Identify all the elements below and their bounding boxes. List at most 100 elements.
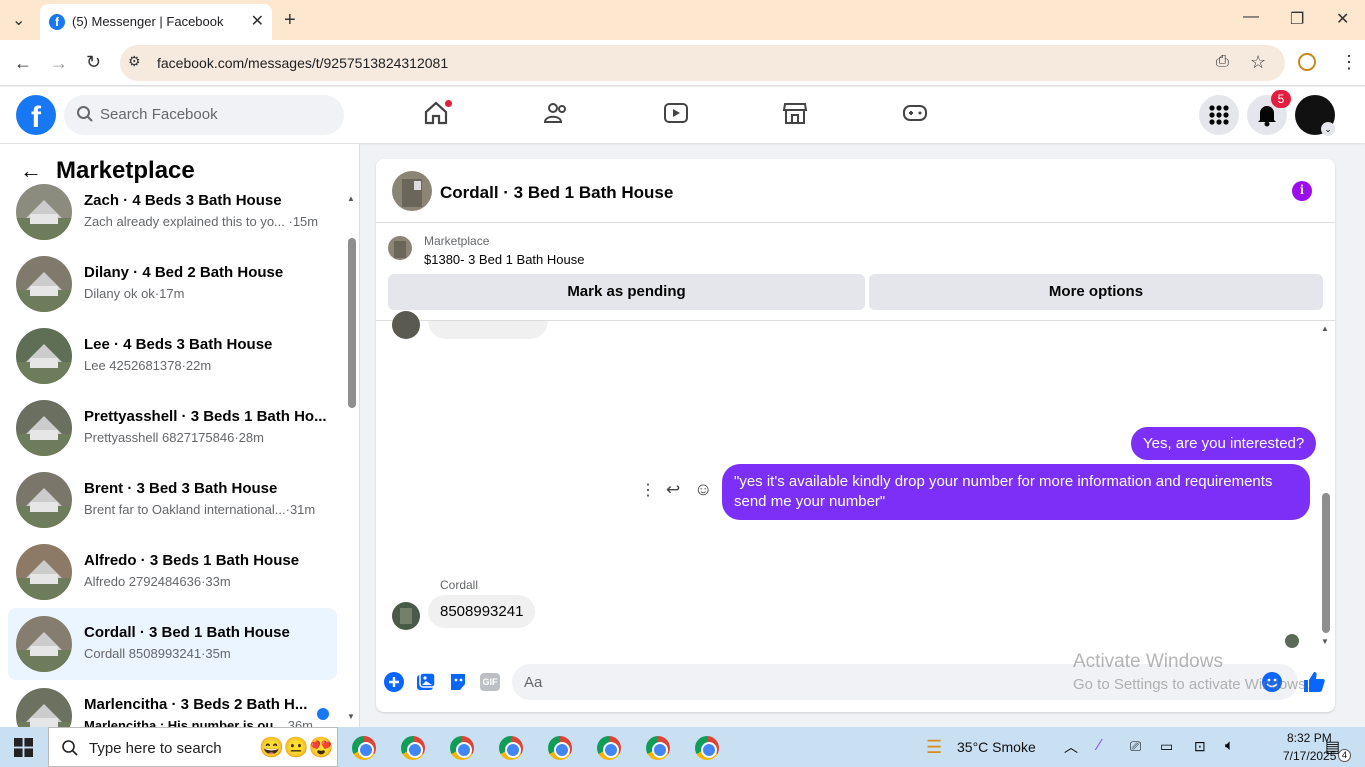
chat-scroll-up-icon[interactable]: ▲ — [1321, 324, 1329, 333]
minimize-icon[interactable]: — — [1243, 8, 1259, 26]
photo-icon[interactable] — [416, 672, 436, 692]
chrome-taskbar-icon[interactable] — [352, 736, 376, 760]
facebook-favicon-icon: f — [49, 14, 65, 30]
sender-avatar[interactable] — [392, 311, 420, 339]
gif-icon[interactable]: GIF — [480, 673, 500, 691]
marketplace-conversation-list: Zach · 4 Beds 3 Bath House Zach already e… — [0, 144, 360, 727]
back-icon[interactable]: ← — [14, 53, 32, 74]
conversation-item[interactable]: Prettyasshell · 3 Beds 1 Bath Ho... Prett… — [8, 392, 337, 464]
chrome-taskbar-icon[interactable] — [597, 736, 621, 760]
weather-text[interactable]: 35°C Smoke — [957, 739, 1036, 755]
conversation-item[interactable]: Brent · 3 Bed 3 Bath House Brent far to O… — [8, 464, 337, 536]
scroll-up-arrow-icon[interactable]: ▲ — [347, 194, 355, 203]
menu-button[interactable] — [1199, 95, 1239, 135]
marketplace-title: Marketplace — [56, 157, 195, 184]
previous-message-bubble — [428, 321, 548, 339]
new-tab-icon[interactable]: + — [284, 9, 296, 32]
action-center-badge: 4 — [1338, 749, 1351, 762]
chrome-taskbar-icon[interactable] — [548, 736, 572, 760]
tab-title: (5) Messenger | Facebook — [72, 14, 224, 29]
profile-icon[interactable] — [1298, 53, 1316, 71]
sender-avatar[interactable] — [392, 602, 420, 630]
bookmark-star-icon[interactable]: ☆ — [1250, 52, 1266, 73]
listing-thumbnail — [16, 328, 72, 384]
listing-thumbnail — [16, 688, 72, 727]
conversation-item[interactable]: Lee · 4 Beds 3 Bath House Lee 4252681378·… — [8, 320, 337, 392]
conversation-preview: Prettyasshell 6827175846·28m — [84, 430, 264, 445]
forward-icon[interactable]: → — [50, 53, 68, 74]
battery-icon[interactable]: ▭ — [1160, 738, 1173, 755]
weather-icon[interactable]: ☰ — [926, 737, 942, 758]
video-icon[interactable] — [663, 100, 689, 126]
conversation-list-scrollbar[interactable] — [348, 238, 356, 408]
chrome-taskbar-icon[interactable] — [646, 736, 670, 760]
taskbar-search-box[interactable]: Type here to search 😄😐😍 — [48, 727, 338, 767]
conversation-preview: Dilany ok ok·17m — [84, 286, 185, 301]
conversation-name: Marlencitha · 3 Beds 2 Bath H... — [84, 696, 308, 713]
tab-close-icon[interactable]: ✕ — [251, 11, 264, 31]
sticker-icon[interactable] — [448, 672, 468, 692]
facebook-logo-icon[interactable]: f — [16, 95, 56, 135]
windows-start-icon[interactable] — [14, 738, 33, 757]
listing-thumbnail — [16, 472, 72, 528]
conversation-item[interactable]: Marlencitha · 3 Beds 2 Bath H... Marlenci… — [8, 680, 337, 727]
account-chevron-icon[interactable]: ⌄ — [1321, 122, 1335, 136]
windows-activation-watermark: Activate Windows — [1073, 651, 1223, 672]
incoming-message[interactable]: 8508993241 — [428, 595, 536, 628]
react-emoji-icon[interactable]: ☺ — [694, 479, 712, 500]
mark-as-pending-button[interactable]: Mark as pending — [388, 274, 865, 310]
tray-chevron-icon[interactable]: ︿ — [1064, 737, 1078, 757]
outgoing-message[interactable]: Yes, are you interested? — [1131, 427, 1317, 460]
network-icon[interactable]: ⊡ — [1194, 738, 1206, 755]
conversation-name: Cordall · 3 Bed 1 Bath House — [84, 624, 290, 641]
chrome-taskbar-icon[interactable] — [401, 736, 425, 760]
listing-thumbnail — [16, 184, 72, 240]
outgoing-message[interactable]: "yes it's available kindly drop your num… — [722, 464, 1310, 520]
tab-search-chevron-icon[interactable]: ⌄ — [12, 10, 25, 30]
chat-scrollbar[interactable] — [1322, 493, 1330, 633]
info-icon[interactable]: i — [1292, 181, 1312, 201]
chrome-taskbar-icon[interactable] — [450, 736, 474, 760]
listing-title[interactable]: $1380- 3 Bed 1 Bath House — [424, 252, 584, 267]
friends-icon[interactable] — [543, 100, 569, 126]
notification-badge: 5 — [1271, 90, 1291, 108]
conversation-item[interactable]: Dilany · 4 Bed 2 Bath House Dilany ok ok·… — [8, 248, 337, 320]
site-settings-icon[interactable]: ⚙ — [128, 53, 141, 70]
chat-listing-avatar[interactable] — [392, 171, 432, 211]
conversation-name: Lee · 4 Beds 3 Bath House — [84, 336, 273, 353]
conversation-preview: Lee 4252681378·22m — [84, 358, 212, 373]
listing-thumbnail — [16, 400, 72, 456]
conversation-item[interactable]: Zach · 4 Beds 3 Bath House Zach already e… — [8, 176, 337, 248]
conversation-name: Dilany · 4 Bed 2 Bath House — [84, 264, 284, 281]
conversation-preview: Alfredo 2792484636·33m — [84, 574, 231, 589]
window-close-icon[interactable]: ✕ — [1336, 9, 1349, 29]
reply-icon[interactable]: ↩ — [666, 480, 680, 500]
listing-thumbnail — [16, 616, 72, 672]
chat-title[interactable]: Cordall · 3 Bed 1 Bath House — [440, 183, 673, 203]
more-actions-icon[interactable]: ⋮ — [640, 480, 656, 500]
back-arrow-icon[interactable]: ← — [20, 158, 42, 184]
listing-thumbnail[interactable] — [388, 236, 412, 260]
url-text[interactable]: facebook.com/messages/t/9257513824312081 — [157, 55, 448, 71]
conversation-item[interactable]: Cordall · 3 Bed 1 Bath House Cordall 8508… — [8, 608, 337, 680]
add-attachment-icon[interactable] — [384, 672, 404, 692]
gaming-icon[interactable] — [902, 100, 928, 126]
volume-icon[interactable]: 🔈︎ — [1225, 737, 1234, 754]
chrome-taskbar-icon[interactable] — [695, 736, 719, 760]
conversation-item[interactable]: Alfredo · 3 Beds 1 Bath House Alfredo 279… — [8, 536, 337, 608]
scroll-down-arrow-icon[interactable]: ▼ — [347, 712, 355, 721]
grid-menu-icon — [1209, 105, 1229, 125]
browser-tab[interactable]: f (5) Messenger | Facebook ✕ — [40, 4, 272, 40]
search-icon — [77, 106, 93, 122]
chat-scroll-down-icon[interactable]: ▼ — [1321, 637, 1329, 646]
more-options-button[interactable]: More options — [869, 274, 1323, 310]
install-app-icon[interactable]: ⎙ — [1216, 53, 1229, 71]
facebook-search-input[interactable]: Search Facebook — [64, 95, 344, 135]
browser-menu-icon[interactable]: ⋮ — [1340, 52, 1358, 73]
reload-icon[interactable]: ↻ — [86, 52, 101, 73]
chrome-taskbar-icon[interactable] — [499, 736, 523, 760]
pen-icon[interactable]: ∕ — [1098, 737, 1101, 755]
marketplace-icon[interactable] — [782, 100, 808, 126]
restore-icon[interactable]: ❐ — [1290, 9, 1304, 29]
meet-icon[interactable]: ⎚ — [1130, 738, 1141, 755]
